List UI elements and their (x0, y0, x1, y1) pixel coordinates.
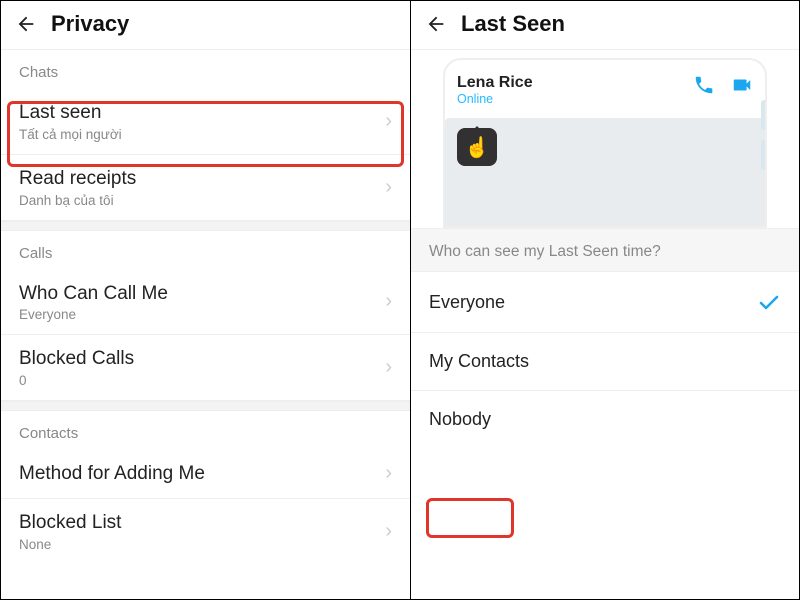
section-contacts: Contacts (1, 411, 410, 450)
chevron-right-icon: › (377, 462, 392, 485)
phone-side-button (761, 100, 767, 130)
hand-icon: ☝ (465, 135, 490, 160)
back-icon[interactable] (15, 13, 37, 35)
row-title: Who Can Call Me (19, 282, 377, 306)
section-gap (1, 221, 410, 231)
row-sub: Tất cả mọi người (19, 127, 377, 142)
video-icon (731, 74, 753, 96)
page-title: Privacy (51, 11, 129, 37)
last-seen-screen: Last Seen Lena Rice Online (411, 1, 799, 599)
back-icon[interactable] (425, 13, 447, 35)
chevron-right-icon: › (377, 356, 392, 379)
option-label: Everyone (429, 292, 757, 313)
row-title: Last seen (19, 101, 377, 125)
option-nobody[interactable]: Nobody (411, 391, 799, 448)
option-my-contacts[interactable]: My Contacts (411, 333, 799, 391)
phone-preview: Lena Rice Online ☝ (443, 58, 767, 228)
row-blocked-calls[interactable]: Blocked Calls 0 › (1, 335, 410, 401)
header-lastseen: Last Seen (411, 1, 799, 49)
chevron-right-icon: › (377, 290, 392, 313)
contact-name: Lena Rice (457, 74, 683, 92)
option-label: Nobody (429, 409, 781, 430)
phone-icon (693, 74, 715, 96)
chevron-right-icon: › (377, 520, 392, 543)
row-sub: Danh bạ của tôi (19, 193, 377, 208)
page-title: Last Seen (461, 11, 565, 37)
option-label: My Contacts (429, 351, 781, 372)
row-title: Method for Adding Me (19, 462, 377, 486)
row-sub: 0 (19, 373, 377, 388)
option-everyone[interactable]: Everyone (411, 272, 799, 333)
row-blocked-list[interactable]: Blocked List None › (1, 499, 410, 564)
row-who-can-call[interactable]: Who Can Call Me Everyone › (1, 270, 410, 336)
contact-status: Online (457, 92, 683, 106)
row-title: Read receipts (19, 167, 377, 191)
row-sub: None (19, 537, 377, 552)
section-chats: Chats (1, 49, 410, 89)
check-icon (757, 290, 781, 314)
privacy-screen: Privacy Chats Last seen Tất cả mọi người… (1, 1, 411, 599)
chevron-right-icon: › (377, 110, 392, 133)
row-last-seen[interactable]: Last seen Tất cả mọi người › (1, 89, 410, 155)
row-read-receipts[interactable]: Read receipts Danh bạ của tôi › (1, 155, 410, 221)
section-gap (1, 401, 410, 411)
row-title: Blocked Calls (19, 347, 377, 371)
row-title: Blocked List (19, 511, 377, 535)
header-privacy: Privacy (1, 1, 410, 49)
row-adding-method[interactable]: Method for Adding Me › (1, 450, 410, 499)
phone-side-button (761, 140, 767, 170)
row-sub: Everyone (19, 307, 377, 322)
chevron-right-icon: › (377, 176, 392, 199)
hand-tooltip: ☝ (457, 128, 497, 166)
preview-area: Lena Rice Online ☝ (411, 49, 799, 228)
question-label: Who can see my Last Seen time? (411, 228, 799, 272)
section-calls: Calls (1, 231, 410, 270)
